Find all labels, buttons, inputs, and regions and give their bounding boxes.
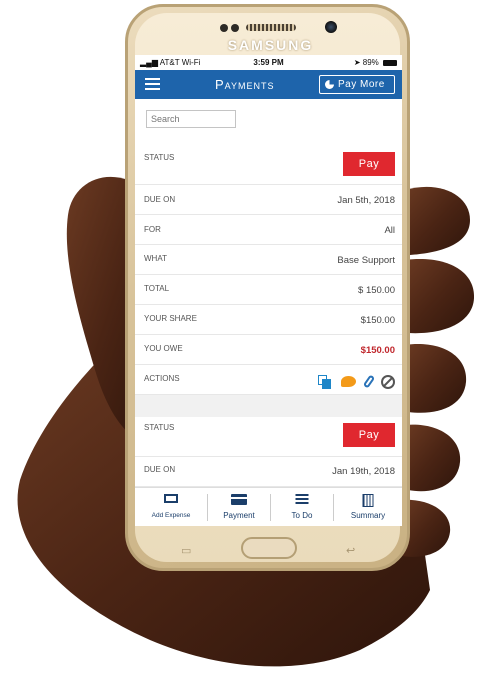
copy-icon[interactable] [317,374,332,389]
sensor-icon [231,24,239,32]
status-bar: ▂▄▆ AT&T Wi-Fi 3:59 PM ➤ 89% [135,55,402,70]
action-icons [313,373,395,391]
nav-payment[interactable]: Payment [208,488,270,526]
front-camera-icon [325,21,337,33]
what-label: WHAT [144,254,167,263]
back-icon[interactable]: ↩ [346,544,355,557]
pie-chart-icon [325,80,334,89]
status-row: STATUS Pay [135,145,402,185]
card-separator [135,395,402,417]
phone-screen: ▂▄▆ AT&T Wi-Fi 3:59 PM ➤ 89% Payments Pa… [135,55,402,526]
nav-add-expense[interactable]: Add Expense [135,488,207,526]
due-on-value: Jan 19th, 2018 [332,466,395,477]
bottom-navigation: Add Expense Payment To Do Summary [135,487,402,526]
your-share-label: YOUR SHARE [144,314,197,323]
total-value: $ 150.00 [358,285,395,296]
status-label: STATUS [144,423,175,432]
home-button[interactable] [241,537,297,559]
money-icon [164,494,178,503]
status-row: STATUS Pay [135,417,402,457]
calculator-icon [362,494,374,507]
you-owe-row: YOU OWE $150.00 [135,335,402,365]
due-on-row: DUE ON Jan 19th, 2018 [135,457,402,487]
actions-row: ACTIONS [135,365,402,395]
battery-indicator: ➤ 89% [354,58,397,67]
pay-more-label: Pay More [338,79,385,90]
due-on-value: Jan 5th, 2018 [337,195,395,206]
recent-apps-icon[interactable]: ▭ [181,544,191,557]
page-title: Payments [215,77,275,92]
search-bar [135,99,402,146]
app-header: Payments Pay More [135,70,402,99]
you-owe-label: YOU OWE [144,344,183,353]
battery-percent: 89% [362,58,379,67]
pay-more-button[interactable]: Pay More [319,75,395,94]
battery-icon [383,59,397,66]
hamburger-menu-icon[interactable] [145,78,160,90]
chat-icon[interactable] [341,376,357,388]
nav-to-do[interactable]: To Do [271,488,333,526]
nav-label: Add Expense [151,512,191,519]
total-row: TOTAL $ 150.00 [135,275,402,305]
for-label: FOR [144,225,161,234]
total-label: TOTAL [144,284,170,293]
what-value: Base Support [337,255,395,266]
pay-button[interactable]: Pay [343,152,395,176]
list-icon [295,494,309,506]
speaker-grille [246,24,296,31]
due-on-label: DUE ON [144,195,176,204]
pay-button[interactable]: Pay [343,423,395,447]
search-input[interactable] [146,110,236,128]
your-share-value: $150.00 [360,315,395,326]
due-on-row: DUE ON Jan 5th, 2018 [135,185,402,215]
due-on-label: DUE ON [144,465,176,474]
sensor-icon [220,24,228,32]
card-icon [231,494,247,505]
for-row: FOR All [135,215,402,245]
what-row: WHAT Base Support [135,245,402,275]
your-share-row: YOUR SHARE $150.00 [135,305,402,335]
paperclip-icon[interactable] [362,374,375,389]
cancel-icon[interactable] [381,374,395,389]
you-owe-value: $150.00 [360,345,395,356]
device-brand: SAMSUNG [227,37,314,53]
nav-label: Summary [350,511,386,520]
nav-label: To Do [291,511,313,520]
for-value: All [384,225,395,236]
actions-label: ACTIONS [144,374,180,383]
nav-label: Payment [223,511,255,520]
location-icon: ➤ [353,58,361,67]
nav-summary[interactable]: Summary [334,488,402,526]
status-label: STATUS [144,153,175,162]
